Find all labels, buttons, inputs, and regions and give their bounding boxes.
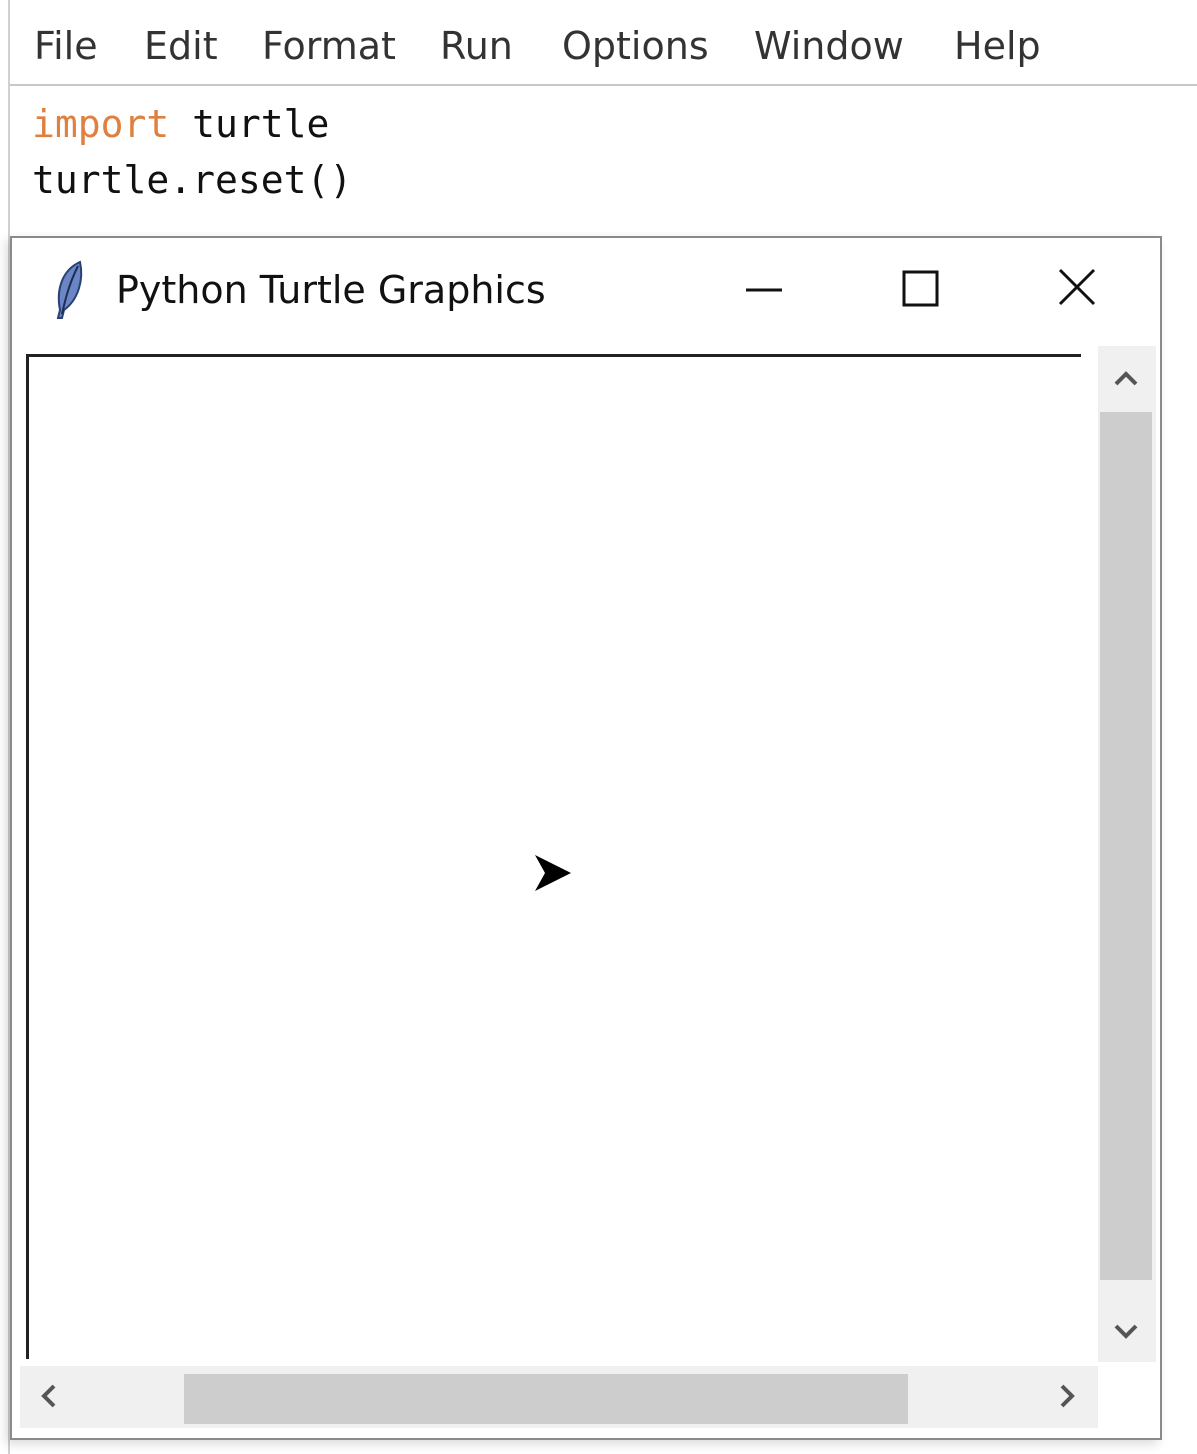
chevron-down-icon[interactable] xyxy=(1110,1316,1142,1348)
feather-icon xyxy=(56,260,83,319)
menu-window[interactable]: Window xyxy=(754,24,904,68)
maximize-icon[interactable] xyxy=(888,262,952,318)
menu-edit[interactable]: Edit xyxy=(144,24,218,68)
title-bar[interactable]: Python Turtle Graphics xyxy=(12,238,1160,342)
code-line-2: turtle.reset() xyxy=(32,158,353,202)
horizontal-scrollbar[interactable] xyxy=(20,1366,1098,1428)
vertical-scrollbar[interactable] xyxy=(1098,346,1156,1362)
horizontal-scroll-thumb[interactable] xyxy=(184,1374,908,1424)
close-icon[interactable] xyxy=(1046,262,1110,318)
chevron-up-icon[interactable] xyxy=(1110,362,1142,394)
menu-file[interactable]: File xyxy=(34,24,98,68)
menu-format[interactable]: Format xyxy=(262,24,396,68)
turtle-graphics-window[interactable]: Python Turtle Graphics xyxy=(10,236,1162,1440)
code-line-1-rest: turtle xyxy=(169,102,330,146)
chevron-right-icon[interactable] xyxy=(1052,1380,1084,1412)
menu-run[interactable]: Run xyxy=(440,24,513,68)
window-title: Python Turtle Graphics xyxy=(116,268,546,312)
code-keyword-import: import xyxy=(32,102,170,146)
vertical-scroll-thumb[interactable] xyxy=(1100,412,1152,1280)
turtle-arrow-icon xyxy=(535,855,571,891)
turtle-canvas[interactable] xyxy=(26,354,1081,1359)
code-editor[interactable]: import turtle turtle.reset() xyxy=(32,96,352,208)
menu-bar: File Edit Format Run Options Window Help xyxy=(10,0,1197,86)
menu-help[interactable]: Help xyxy=(954,24,1041,68)
menu-options[interactable]: Options xyxy=(562,24,709,68)
chevron-left-icon[interactable] xyxy=(32,1380,64,1412)
minimize-icon[interactable] xyxy=(732,262,796,318)
